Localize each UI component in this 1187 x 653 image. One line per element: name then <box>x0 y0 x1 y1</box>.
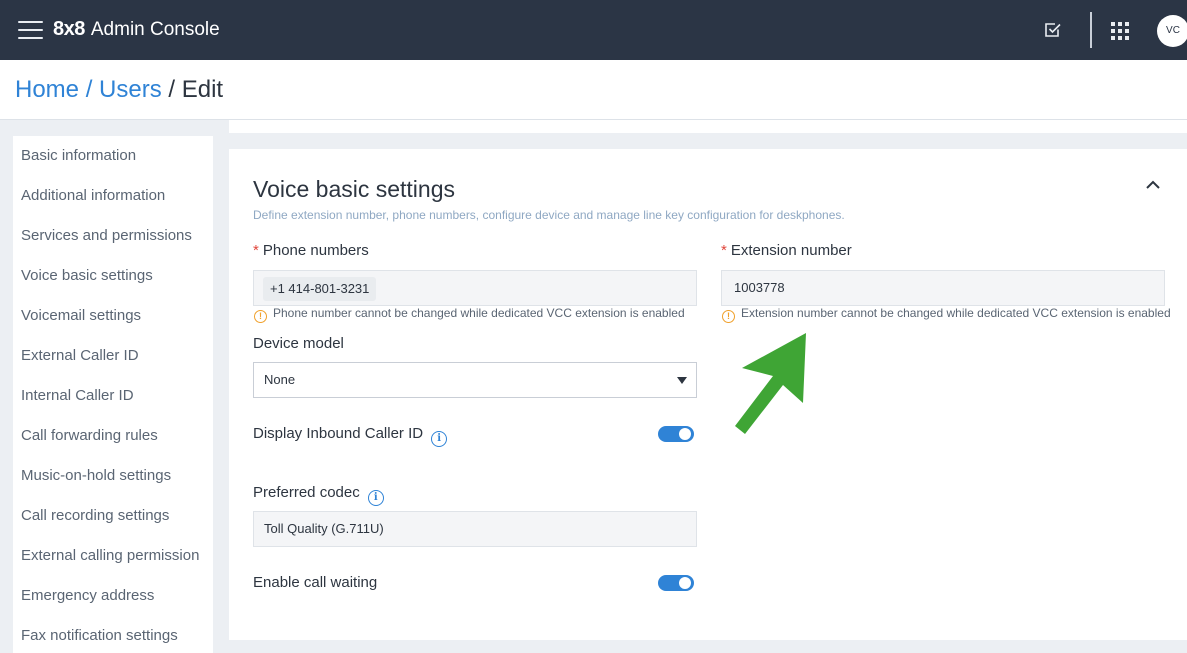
chevron-up-icon[interactable] <box>1144 176 1162 194</box>
apps-grid-icon[interactable] <box>1110 21 1130 41</box>
topbar-divider <box>1090 12 1092 48</box>
extension-number-field: 1003778 <box>721 270 1165 306</box>
section-nav-sidebar: Basic information Additional information… <box>13 136 213 653</box>
preferred-codec-value: Toll Quality (G.711U) <box>264 521 384 536</box>
extension-number-label: * Extension number <box>721 242 852 259</box>
toggle-knob <box>679 577 691 589</box>
breadcrumb-current: Edit <box>181 76 224 103</box>
warning-icon: ! <box>722 310 735 323</box>
sidebar-item-emergency-address[interactable]: Emergency address <box>21 587 154 604</box>
sidebar-item-fax-notification-settings[interactable]: Fax notification settings <box>21 627 178 644</box>
breadcrumb-users-link[interactable]: Users <box>99 76 162 103</box>
required-marker: * <box>721 242 727 259</box>
device-model-select[interactable]: None <box>253 362 697 398</box>
inbound-caller-id-label: Display Inbound Caller ID i <box>253 425 448 447</box>
extension-warning: ! Extension number cannot be changed whil… <box>722 306 1171 323</box>
extension-warning-text: Extension number cannot be changed while… <box>741 306 1171 320</box>
breadcrumb-separator: / <box>161 76 182 103</box>
device-model-label: Device model <box>253 335 344 352</box>
info-icon[interactable]: i <box>367 490 384 506</box>
breadcrumb-separator: / <box>79 76 100 103</box>
sidebar-item-call-forwarding-rules[interactable]: Call forwarding rules <box>21 427 158 444</box>
brand-title: Admin Console <box>90 19 220 40</box>
tasks-checkbox-icon[interactable] <box>1043 20 1063 40</box>
section-title: Voice basic settings <box>253 176 456 202</box>
info-icon[interactable]: i <box>431 431 448 447</box>
call-waiting-toggle[interactable] <box>658 575 694 591</box>
extension-number-value: 1003778 <box>734 280 785 295</box>
breadcrumb: Home / Users / Edit <box>15 76 223 104</box>
phone-number-chip: +1 414-801-3231 <box>263 277 377 301</box>
sidebar-item-basic-information[interactable]: Basic information <box>21 147 136 164</box>
phone-warning-text: Phone number cannot be changed while ded… <box>273 306 685 320</box>
sidebar-item-internal-caller-id[interactable]: Internal Caller ID <box>21 387 134 404</box>
phone-numbers-field: +1 414-801-3231 <box>253 270 697 306</box>
previous-section-panel <box>229 120 1187 133</box>
sidebar-item-additional-information[interactable]: Additional information <box>21 187 165 204</box>
user-avatar[interactable]: VC <box>1157 15 1187 47</box>
preferred-codec-field: Toll Quality (G.711U) <box>253 511 697 547</box>
sidebar-item-voicemail-settings[interactable]: Voicemail settings <box>21 307 141 324</box>
breadcrumb-home-link[interactable]: Home <box>15 76 79 103</box>
sidebar-item-external-calling-permission[interactable]: External calling permission <box>21 547 199 564</box>
top-bar: 8x8 Admin Console VC <box>0 0 1187 60</box>
device-model-value: None <box>264 372 296 387</box>
preferred-codec-label: Preferred codec i <box>253 484 384 506</box>
sidebar-item-external-caller-id[interactable]: External Caller ID <box>21 347 139 364</box>
required-marker: * <box>253 242 259 259</box>
sidebar-item-music-on-hold-settings[interactable]: Music-on-hold settings <box>21 467 171 484</box>
sidebar-item-services-and-permissions[interactable]: Services and permissions <box>21 227 192 244</box>
hamburger-menu-icon[interactable] <box>18 20 44 40</box>
app-brand[interactable]: 8x8 Admin Console <box>53 18 220 41</box>
phone-numbers-label: * Phone numbers <box>253 242 369 259</box>
annotation-arrow-icon <box>735 333 806 434</box>
toggle-knob <box>679 428 691 440</box>
phone-warning: ! Phone number cannot be changed while de… <box>254 306 685 323</box>
warning-icon: ! <box>254 310 267 323</box>
section-subtitle: Define extension number, phone numbers, … <box>253 208 845 222</box>
brand-logo: 8x8 <box>53 18 85 40</box>
dropdown-caret-icon <box>677 377 687 384</box>
inbound-caller-id-toggle[interactable] <box>658 426 694 442</box>
call-waiting-label: Enable call waiting <box>253 574 378 591</box>
sidebar-item-voice-basic-settings[interactable]: Voice basic settings <box>21 267 153 284</box>
sidebar-item-call-recording-settings[interactable]: Call recording settings <box>21 507 169 524</box>
